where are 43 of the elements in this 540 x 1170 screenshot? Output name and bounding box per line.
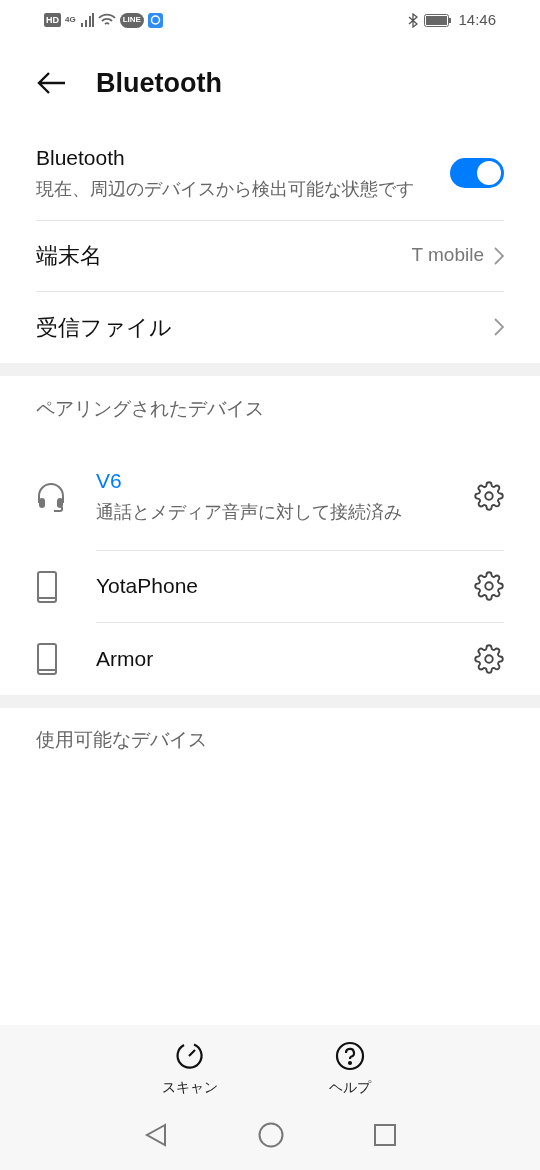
nav-home-icon[interactable] [258,1122,284,1148]
section-heading: 使用可能なデバイス [36,728,207,753]
device-status: 通話とメディア音声に対して接続済み [96,500,403,524]
back-arrow-icon[interactable] [36,71,66,95]
setting-value: T mobile [411,243,484,268]
device-row[interactable]: V6 通話とメディア音声に対して接続済み [96,442,504,551]
wifi-icon [97,13,116,27]
refresh-icon [175,1041,205,1071]
setting-title: Bluetooth [36,145,126,171]
toggle-switch[interactable] [450,157,504,188]
settings-row[interactable]: 端末名 T mobile [36,220,504,292]
chevron-right-icon [494,246,504,265]
device-name: Armor [96,645,155,672]
setting-label: 受信ファイル [36,313,173,342]
app-icon [147,12,163,28]
section-heading: ペアリングされたデバイス [36,396,264,421]
action-button[interactable]: ヘルプ [315,1041,385,1098]
settings-icon[interactable] [474,571,504,601]
help-icon [335,1041,365,1071]
bluetooth-icon [408,12,419,28]
settings-row[interactable]: 受信ファイル [36,291,504,363]
phone-icon [36,642,58,675]
network-label: 4G [65,14,76,26]
nav-recent-icon[interactable] [374,1124,396,1146]
settings-icon[interactable] [474,481,504,511]
device-row[interactable]: YotaPhone [96,550,504,623]
clock-time: 14:46 [458,9,496,30]
chevron-right-icon [494,318,504,336]
device-name: V6 [96,468,123,495]
device-name: YotaPhone [96,573,199,600]
hd-badge: HD [44,13,61,27]
headphones-icon [36,480,66,513]
setting-subtitle: 現在、周辺のデバイスから検出可能な状態です [36,177,415,201]
page-title: Bluetooth [96,66,222,100]
device-row[interactable]: Armor [96,622,504,695]
settings-icon[interactable] [474,643,504,674]
signal-icon [79,13,94,27]
action-button[interactable]: スキャン [155,1041,225,1098]
setting-label: 端末名 [36,242,103,270]
chat-app-icon: LINE [119,12,144,28]
nav-back-icon[interactable] [144,1123,168,1147]
battery-icon [424,13,453,27]
phone-icon [36,570,58,603]
